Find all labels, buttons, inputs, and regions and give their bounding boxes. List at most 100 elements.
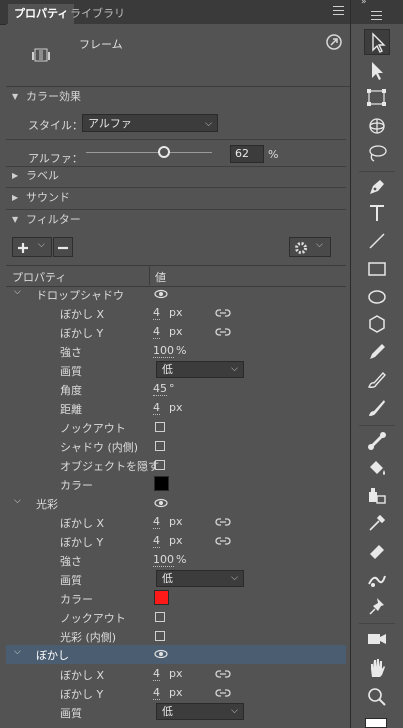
- eyedropper-icon[interactable]: [364, 510, 390, 536]
- knockout-checkbox[interactable]: [155, 422, 165, 432]
- property-row: ノックアウト: [6, 608, 346, 627]
- filter-group-glow[interactable]: ⌵ 光彩: [6, 494, 346, 513]
- inner-glow-checkbox[interactable]: [155, 631, 165, 641]
- blur-y-value[interactable]: 4: [153, 686, 160, 700]
- paint-bucket-icon[interactable]: [364, 455, 390, 481]
- property-row: ぼかし X 4 px: [6, 304, 346, 323]
- selection-icon[interactable]: [364, 29, 390, 55]
- tab-libraries[interactable]: ライブラリ: [64, 4, 131, 24]
- 3d-rotation-icon[interactable]: [364, 113, 390, 139]
- hand-icon[interactable]: [364, 655, 390, 681]
- filter-group-drop-shadow[interactable]: ⌵ ドロップシャドウ: [6, 285, 346, 304]
- lasso-icon[interactable]: [364, 141, 390, 167]
- gear-icon: [295, 242, 307, 254]
- camera-icon[interactable]: [364, 626, 390, 652]
- link-icon[interactable]: [215, 308, 231, 318]
- blur-x-value[interactable]: 4: [153, 306, 160, 320]
- width-icon[interactable]: [364, 566, 390, 592]
- fill-color-swatch[interactable]: [365, 718, 387, 728]
- free-transform-icon[interactable]: [364, 85, 390, 111]
- column-value: 値: [155, 271, 166, 284]
- glow-color-swatch[interactable]: [154, 590, 169, 605]
- ink-bottle-icon[interactable]: [364, 482, 390, 508]
- frame-symbol-icon: [32, 48, 50, 62]
- quality-select[interactable]: 低 ⌵: [156, 361, 244, 378]
- link-icon[interactable]: [215, 536, 231, 546]
- oval-icon[interactable]: [364, 284, 390, 310]
- hide-object-checkbox[interactable]: [155, 460, 165, 470]
- panel-menu-icon[interactable]: [333, 6, 344, 15]
- inner-shadow-checkbox[interactable]: [155, 441, 165, 451]
- remove-filter-button[interactable]: [53, 237, 73, 257]
- chevron-down-icon: ⌵: [14, 287, 21, 297]
- zoom-icon[interactable]: [364, 684, 390, 710]
- filter-settings-button[interactable]: ⌵: [289, 237, 331, 257]
- section-filter[interactable]: ▼ フィルター: [6, 210, 346, 230]
- link-icon[interactable]: [215, 517, 231, 527]
- chevron-down-icon: ⌵: [316, 240, 323, 250]
- alpha-slider-track[interactable]: [86, 152, 212, 153]
- property-row: ぼかし Y 4 px: [6, 532, 346, 551]
- collapse-triangle-icon: ▼: [12, 92, 19, 101]
- property-row: 画質 低 ⌵: [6, 703, 346, 722]
- link-icon[interactable]: [215, 688, 231, 698]
- link-icon[interactable]: [215, 327, 231, 337]
- property-row: 角度 45 °: [60, 382, 175, 397]
- eye-icon[interactable]: [154, 289, 168, 299]
- text-icon[interactable]: [364, 200, 390, 226]
- pin-icon[interactable]: [364, 594, 390, 620]
- alpha-unit: %: [268, 148, 279, 161]
- brush-icon[interactable]: [364, 367, 390, 393]
- property-row: ぼかし X 4 px: [6, 665, 346, 684]
- section-color-effect[interactable]: ▼ カラー効果: [6, 87, 346, 107]
- filter-group-blur[interactable]: ⌵ ぼかし: [6, 645, 346, 664]
- shadow-color-swatch[interactable]: [154, 476, 169, 491]
- line-icon[interactable]: [364, 228, 390, 254]
- distance-value[interactable]: 4: [153, 401, 160, 415]
- blur-y-value[interactable]: 4: [153, 325, 160, 339]
- bone-icon[interactable]: [364, 428, 390, 454]
- panel-menu-icon[interactable]: [371, 11, 382, 20]
- collapse-arrows-icon[interactable]: »: [361, 0, 367, 7]
- alpha-slider-thumb[interactable]: [158, 146, 171, 158]
- property-row: 光彩 (内側): [6, 627, 346, 646]
- property-row: ぼかし X 4 px: [6, 513, 346, 532]
- section-label[interactable]: ▶ ラベル: [6, 166, 346, 186]
- open-link-icon[interactable]: [326, 34, 342, 50]
- pen-icon[interactable]: [364, 174, 390, 200]
- minus-icon: [58, 246, 68, 250]
- quality-select[interactable]: 低 ⌵: [156, 570, 244, 587]
- pencil-icon[interactable]: [364, 339, 390, 365]
- angle-value[interactable]: 45: [153, 382, 167, 396]
- chevron-down-icon: ⌵: [231, 706, 238, 716]
- property-row: 画質 低 ⌵: [6, 361, 346, 380]
- blur-x-value[interactable]: 4: [153, 667, 160, 681]
- eraser-icon[interactable]: [364, 538, 390, 564]
- eye-icon[interactable]: [154, 498, 168, 508]
- link-icon[interactable]: [215, 669, 231, 679]
- eye-icon[interactable]: [154, 649, 168, 659]
- rectangle-icon[interactable]: [364, 256, 390, 282]
- strength-value[interactable]: 100: [153, 344, 174, 358]
- quality-select[interactable]: 低 ⌵: [156, 703, 244, 720]
- chevron-down-icon: ⌵: [14, 647, 21, 657]
- property-row: オブジェクトを隠す: [6, 456, 346, 475]
- alpha-input[interactable]: 62: [230, 145, 264, 163]
- property-row: カラー: [6, 589, 346, 608]
- polystar-icon[interactable]: [364, 311, 390, 337]
- alpha-label: アルファ：: [28, 152, 83, 165]
- section-sound[interactable]: ▶ サウンド: [6, 188, 346, 208]
- add-filter-button[interactable]: ⌵: [12, 237, 52, 257]
- strength-value[interactable]: 100: [153, 553, 174, 567]
- object-info: フレーム: [6, 24, 350, 87]
- object-type-label: フレーム: [79, 38, 123, 51]
- style-label: スタイル：: [28, 119, 83, 132]
- paint-brush-icon[interactable]: [364, 395, 390, 421]
- subselection-icon[interactable]: [364, 57, 390, 83]
- knockout-checkbox[interactable]: [155, 612, 165, 622]
- blur-x-value[interactable]: 4: [153, 515, 160, 529]
- blur-y-value[interactable]: 4: [153, 534, 160, 548]
- panel-tab-bar: プロパティ ライブラリ: [0, 0, 350, 25]
- style-select[interactable]: アルファ ⌵: [82, 114, 218, 132]
- expand-triangle-icon: ▶: [12, 171, 19, 180]
